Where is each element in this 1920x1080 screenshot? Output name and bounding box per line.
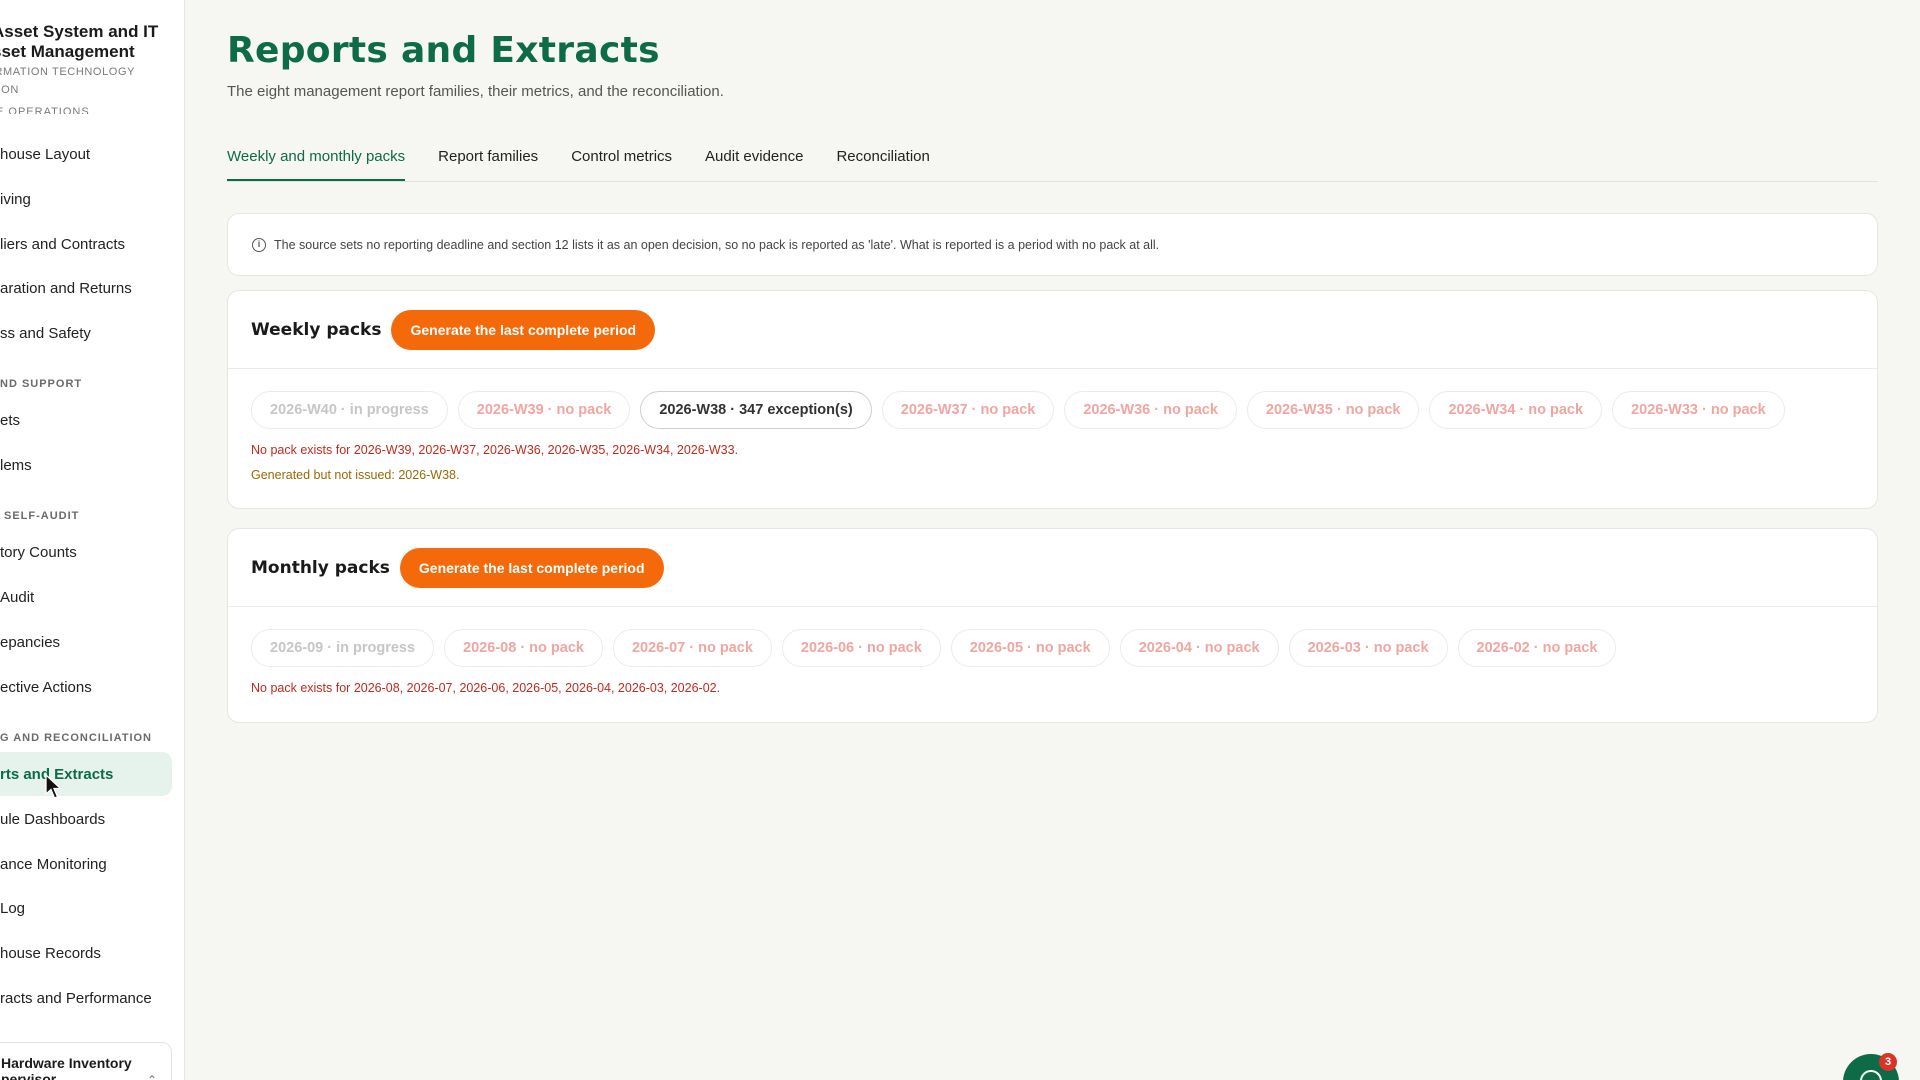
sidebar-item-problems[interactable]: lems [0,443,172,487]
monthly-packs-header: Monthly packs Generate the last complete… [228,529,1877,607]
user-name: Hardware Inventory pervisor [1,1055,132,1080]
chevron-up-icon: ⌃ [146,1073,157,1080]
sidebar-item-audit[interactable]: Audit [0,575,172,619]
tab-weekly-monthly-packs[interactable]: Weekly and monthly packs [227,140,406,181]
nav-section-support: ND SUPPORT [0,378,83,390]
period-chip[interactable]: 2026-W39 · no pack [457,391,631,429]
tab-report-families[interactable]: Report families [438,140,538,181]
sidebar-item-label: ule Dashboards [0,810,106,828]
sidebar-item-label: racts and Performance [0,989,152,1007]
tab-bar: Weekly and monthly packs Report families… [227,140,1878,182]
period-chip[interactable]: 2026-02 · no pack [1457,629,1617,667]
info-notice: i The source sets no reporting deadline … [227,213,1878,276]
nav-section-self-audit: SELF-AUDIT [4,510,80,522]
period-chip[interactable]: 2026-W33 · no pack [1612,391,1785,429]
app-subtitle: FORMATION TECHNOLOGY VISION [0,66,136,96]
period-chip[interactable]: 2026-04 · no pack [1119,629,1279,667]
weekly-packs-title: Weekly packs [251,319,382,340]
sidebar-item-inventory-counts[interactable]: tory Counts [0,530,172,574]
chat-unread-badge: 3 [1879,1053,1897,1071]
sidebar-item-label: ets [0,411,21,429]
app-title-line2: sset Management [0,42,135,61]
tab-reconciliation[interactable]: Reconciliation [836,140,929,181]
period-chip[interactable]: 2026-W38 · 347 exception(s) [640,391,872,429]
sidebar-item-warehouse-layout[interactable]: house Layout [0,132,172,176]
tab-control-metrics[interactable]: Control metrics [571,140,672,181]
sidebar-item-corrective-actions[interactable]: ective Actions [0,665,172,709]
sidebar-item-label: liers and Contracts [0,235,126,253]
sidebar-item-receiving[interactable]: iving [0,177,172,221]
period-chip[interactable]: 2026-07 · no pack [612,629,772,667]
weekly-issued-note: Generated but not issued: 2026-W38. [251,468,460,482]
sidebar-item-label: tory Counts [0,543,77,561]
app-title: Asset System and IT sset Management [0,22,184,62]
period-chip[interactable]: 2026-09 · in progress [251,629,435,667]
mouse-cursor-icon [45,774,63,799]
period-chip[interactable]: 2026-W40 · in progress [251,391,448,429]
weekly-chip-list: 2026-W40 · in progress 2026-W39 · no pac… [228,369,1877,429]
sidebar-item-warehouse-records[interactable]: house Records [0,931,172,975]
sidebar-item-label: ective Actions [0,678,92,696]
sidebar-item-label: iving [0,190,31,208]
sidebar-item-suppliers-contracts[interactable]: liers and Contracts [0,222,172,266]
monthly-packs-title: Monthly packs [251,557,390,578]
nav-section-operations: E OPERATIONS [0,106,90,114]
sidebar-item-label: house Layout [0,145,91,163]
monthly-chip-list: 2026-09 · in progress 2026-08 · no pack … [228,607,1877,667]
period-chip[interactable]: 2026-03 · no pack [1288,629,1448,667]
sidebar-item-compliance-monitoring[interactable]: ance Monitoring [0,842,172,886]
monthly-missing-note: No pack exists for 2026-08, 2026-07, 202… [251,681,721,695]
sidebar-item-reports-extracts[interactable]: rts and Extracts [0,752,172,796]
user-card[interactable]: Hardware Inventory pervisor ⌃ [0,1042,172,1080]
period-chip[interactable]: 2026-06 · no pack [781,629,941,667]
period-chip[interactable]: 2026-W36 · no pack [1064,391,1237,429]
period-chip[interactable]: 2026-W34 · no pack [1429,391,1603,429]
app-title-line1: Asset System and IT [0,22,159,41]
weekly-packs-header: Weekly packs Generate the last complete … [228,291,1877,369]
sidebar-item-label: ance Monitoring [0,855,107,873]
sidebar-item-label: Log [0,899,26,917]
page-subtitle: The eight management report families, th… [227,83,724,100]
sidebar-item-schedule-dashboards[interactable]: ule Dashboards [0,797,172,841]
sidebar-item-preparation-returns[interactable]: aration and Returns [0,266,172,310]
tab-audit-evidence[interactable]: Audit evidence [705,140,803,181]
notice-text: The source sets no reporting deadline an… [274,237,1160,252]
period-chip[interactable]: 2026-W37 · no pack [881,391,1055,429]
sidebar-item-discrepancies[interactable]: epancies [0,620,172,664]
sidebar: Asset System and IT sset Management FORM… [0,0,185,1080]
sidebar-item-label: lems [0,456,32,474]
info-icon: i [252,237,266,252]
sidebar-item-label: Audit [0,588,35,606]
weekly-packs-card: Weekly packs Generate the last complete … [227,290,1878,509]
page-title: Reports and Extracts [227,30,660,71]
sidebar-item-label: ss and Safety [0,324,91,342]
period-chip[interactable]: 2026-08 · no pack [444,629,603,667]
sidebar-item-label: aration and Returns [0,279,132,297]
generate-weekly-button[interactable]: Generate the last complete period [391,309,656,350]
generate-monthly-button[interactable]: Generate the last complete period [399,547,664,588]
sidebar-item-contracts-performance[interactable]: racts and Performance [0,976,172,1020]
sidebar-item-access-safety[interactable]: ss and Safety [0,311,172,355]
period-chip[interactable]: 2026-W35 · no pack [1246,391,1420,429]
period-chip[interactable]: 2026-05 · no pack [950,629,1110,667]
monthly-packs-card: Monthly packs Generate the last complete… [227,528,1878,723]
sidebar-item-label: house Records [0,944,101,962]
sidebar-item-label: epancies [0,633,61,651]
sidebar-item-log[interactable]: Log [0,886,172,930]
nav-section-reporting: G AND RECONCILIATION [0,732,152,744]
weekly-missing-note: No pack exists for 2026-W39, 2026-W37, 2… [251,443,739,457]
sidebar-item-tickets[interactable]: ets [0,398,172,442]
